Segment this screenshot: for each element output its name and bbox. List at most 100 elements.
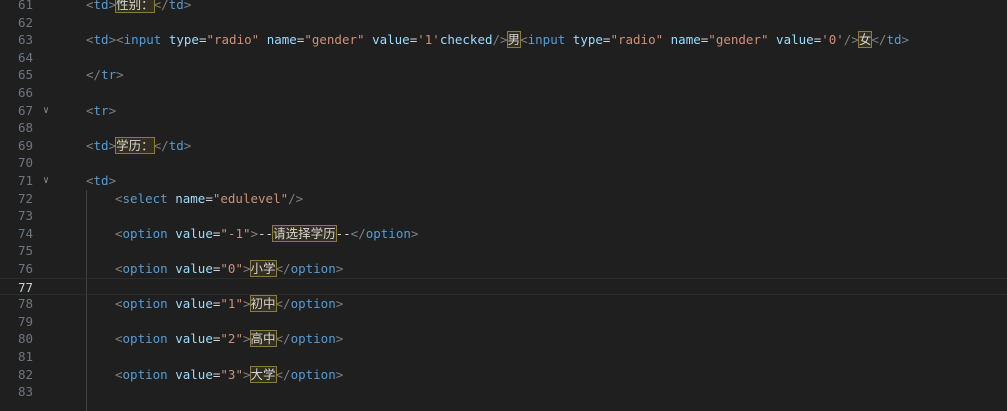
code-line[interactable]: 65 </tr> — [0, 66, 1007, 84]
line-number: 74 — [17, 225, 33, 241]
tag-bracket: </ — [275, 331, 291, 347]
tag-bracket: > — [242, 331, 251, 347]
code-line[interactable]: 71 ∨ <td> — [0, 172, 1007, 190]
code-editor[interactable]: 61 <td>性别：</td> 62 63 <td><input type="radio… — [0, 0, 1007, 411]
fold-chevron-icon[interactable]: ∨ — [40, 172, 52, 190]
attribute-value: "gender" — [304, 32, 365, 48]
attribute-name: checked — [439, 32, 493, 48]
tag-name: option — [122, 331, 168, 347]
attribute-name: value — [175, 331, 213, 347]
line-number: 67 — [17, 102, 33, 118]
code-line[interactable]: 80 <option value="2">高中</option> — [0, 330, 1007, 348]
fold-chevron-icon[interactable]: ∨ — [40, 102, 52, 120]
code-content: <td><input type="radio" name="gender" va… — [86, 31, 909, 49]
line-number: 72 — [17, 190, 33, 206]
code-line[interactable]: 67 ∨ <tr> — [0, 102, 1007, 120]
tag-name: td — [93, 137, 109, 153]
attribute-name: value — [175, 225, 213, 241]
tag-name: option — [122, 261, 168, 276]
attribute-value: "0" — [220, 261, 243, 276]
line-number: 83 — [17, 384, 33, 400]
line-number: 63 — [17, 32, 33, 48]
code-line[interactable]: 79 — [0, 313, 1007, 331]
highlighted-text: 大学 — [249, 365, 277, 383]
tag-bracket: </ — [153, 137, 169, 153]
code-line[interactable]: 69 <td>学历：</td> — [0, 136, 1007, 155]
tag-bracket: < — [86, 173, 94, 188]
tag-bracket: > — [242, 366, 251, 382]
code-content: <option value="1">初中</option> — [115, 295, 343, 313]
tag-bracket: /> — [492, 32, 508, 48]
code-line[interactable]: 78 <option value="1">初中</option> — [0, 295, 1007, 313]
tag-name: td — [886, 32, 902, 48]
code-line[interactable]: 66 — [0, 84, 1007, 102]
tag-name: td — [93, 173, 109, 188]
tag-bracket: /> — [288, 190, 304, 206]
code-line[interactable]: 61 <td>性别：</td> — [0, 0, 1007, 14]
code-line[interactable]: 82 <option value="3">大学</option> — [0, 365, 1007, 384]
attribute-value: "edulevel" — [212, 190, 289, 206]
code-line[interactable]: 72 <select name="edulevel"/> — [0, 190, 1007, 208]
code-line[interactable]: 83 — [0, 383, 1007, 401]
tag-bracket: < — [520, 32, 528, 48]
code-line[interactable]: 68 — [0, 119, 1007, 137]
tag-bracket: < — [115, 261, 123, 276]
highlighted-text: 学历： — [115, 136, 155, 154]
attribute-value: '1' — [417, 32, 440, 48]
tag-name: tr — [101, 67, 117, 83]
code-line[interactable]: 70 — [0, 154, 1007, 172]
attribute-value: "1" — [220, 296, 243, 312]
code-line[interactable]: 73 — [0, 207, 1007, 225]
code-line[interactable]: 64 — [0, 49, 1007, 67]
code-line[interactable]: 76 <option value="0">小学</option> — [0, 260, 1007, 278]
code-content: <option value="2">高中</option> — [115, 330, 343, 348]
tag-bracket: </ — [275, 296, 291, 312]
attribute-value: "3" — [220, 366, 243, 382]
code-line[interactable]: 63 <td><input type="radio" name="gender" … — [0, 31, 1007, 49]
tag-bracket: > — [183, 137, 192, 153]
attribute-value: "gender" — [708, 32, 769, 48]
line-number: 71 — [17, 173, 33, 188]
attribute-name: value — [175, 366, 213, 382]
code-content: <option value="0">小学</option> — [115, 260, 343, 278]
attribute-name: value — [372, 32, 410, 48]
tag-name: option — [290, 366, 336, 382]
line-number: 73 — [17, 208, 33, 224]
highlighted-text: 请选择学历 — [272, 224, 337, 242]
tag-name: td — [93, 0, 109, 12]
tag-bracket: > — [250, 225, 259, 241]
tag-bracket: > — [108, 102, 117, 118]
current-code-line[interactable]: 77 — [0, 277, 1007, 296]
attribute-name: name — [670, 32, 701, 48]
tag-name: option — [290, 331, 336, 347]
code-line[interactable]: 62 — [0, 14, 1007, 32]
tag-name: tr — [93, 102, 109, 118]
line-number: 61 — [17, 0, 33, 12]
line-number: 77 — [17, 279, 33, 295]
tag-bracket: </ — [153, 0, 169, 12]
tag-name: td — [168, 137, 184, 153]
tag-bracket: < — [86, 32, 94, 48]
code-text: -- — [335, 225, 351, 241]
tag-name: option — [365, 225, 411, 241]
line-number: 64 — [17, 49, 33, 65]
tag-bracket: > — [108, 0, 117, 12]
tag-bracket: </ — [275, 366, 291, 382]
highlighted-text: 小学 — [249, 260, 277, 277]
code-line[interactable]: 75 — [0, 242, 1007, 260]
tag-bracket: < — [86, 0, 94, 12]
line-number: 80 — [17, 331, 33, 347]
code-line[interactable]: 81 — [0, 348, 1007, 366]
code-content: <option value="-1">--请选择学历--</option> — [115, 224, 418, 243]
tag-bracket: </ — [86, 67, 102, 83]
code-content: <td>学历：</td> — [86, 136, 192, 155]
code-line[interactable]: 74 <option value="-1">--请选择学历--</option> — [0, 224, 1007, 243]
tag-bracket: < — [86, 102, 94, 118]
tag-bracket: > — [183, 0, 192, 12]
line-number: 66 — [17, 85, 33, 100]
tag-bracket: > — [242, 296, 251, 312]
tag-bracket: </ — [350, 225, 366, 241]
